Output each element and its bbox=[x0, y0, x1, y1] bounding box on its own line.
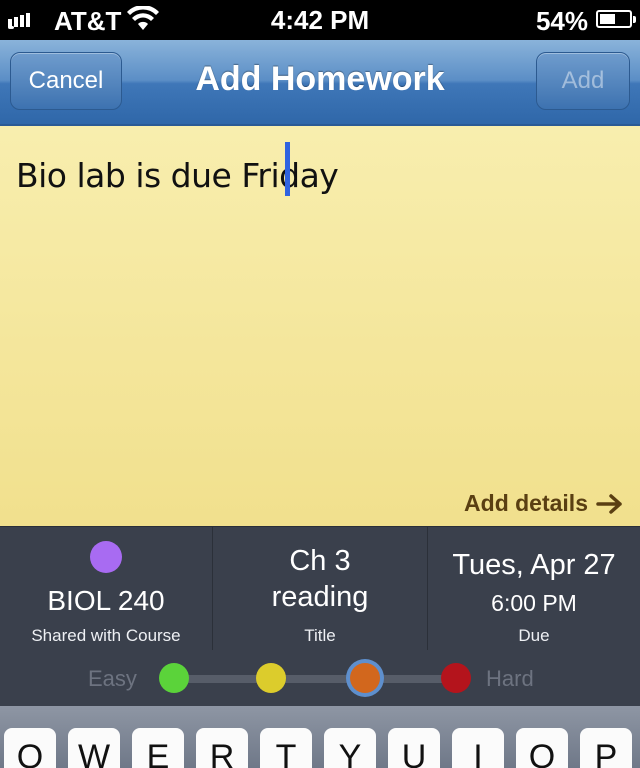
status-bar: AT&T 4:42 PM 54% bbox=[0, 0, 640, 40]
title-caption: Title bbox=[304, 626, 336, 645]
title-line-1: Ch 3 bbox=[289, 545, 351, 577]
title-line-2: reading bbox=[271, 581, 369, 613]
course-name: BIOL 240 bbox=[47, 585, 165, 616]
difficulty-medium-hard-option[interactable] bbox=[350, 663, 380, 693]
difficulty-hard-option[interactable] bbox=[441, 663, 471, 693]
difficulty-easy-option[interactable] bbox=[159, 663, 189, 693]
title-selector[interactable]: Ch 3 reading Title bbox=[212, 527, 428, 651]
course-color-dot bbox=[90, 541, 122, 573]
key-e[interactable]: E bbox=[132, 728, 184, 768]
hard-label: Hard bbox=[486, 666, 534, 691]
due-date-selector[interactable]: Tues, Apr 27 6:00 PM Due bbox=[428, 527, 640, 651]
key-w[interactable]: W bbox=[68, 728, 120, 768]
easy-label: Easy bbox=[88, 666, 137, 691]
arrow-right-icon bbox=[596, 493, 622, 514]
navigation-bar: Cancel Add Homework Add bbox=[0, 40, 640, 126]
key-q[interactable]: Q bbox=[4, 728, 56, 768]
difficulty-slider[interactable]: Easy Hard bbox=[0, 650, 640, 706]
battery-fill bbox=[600, 14, 615, 24]
text-cursor bbox=[285, 142, 290, 196]
homework-note-editor[interactable]: Bio lab is due Friday Add details bbox=[0, 126, 640, 526]
keyboard: Q W E R T Y U I O P bbox=[0, 706, 640, 768]
due-time: 6:00 PM bbox=[491, 590, 577, 616]
key-t[interactable]: T bbox=[260, 728, 312, 768]
battery-icon bbox=[596, 10, 636, 28]
key-u[interactable]: U bbox=[388, 728, 440, 768]
key-y[interactable]: Y bbox=[324, 728, 376, 768]
due-date: Tues, Apr 27 bbox=[452, 549, 616, 581]
add-button[interactable]: Add bbox=[536, 52, 630, 110]
battery-percent: 54% bbox=[535, 6, 588, 36]
course-selector[interactable]: BIOL 240 Shared with Course bbox=[0, 527, 212, 651]
key-r[interactable]: R bbox=[196, 728, 248, 768]
key-i[interactable]: I bbox=[452, 728, 504, 768]
key-o[interactable]: O bbox=[516, 728, 568, 768]
due-caption: Due bbox=[518, 626, 550, 645]
add-details-label: Add details bbox=[464, 490, 588, 516]
difficulty-medium-easy-option[interactable] bbox=[256, 663, 286, 693]
key-p[interactable]: P bbox=[580, 728, 632, 768]
details-panel: BIOL 240 Shared with Course Ch 3 reading… bbox=[0, 526, 640, 651]
difficulty-track[interactable] bbox=[174, 675, 456, 683]
add-details-button[interactable]: Add details bbox=[464, 490, 624, 517]
course-caption: Shared with Course bbox=[31, 626, 181, 645]
